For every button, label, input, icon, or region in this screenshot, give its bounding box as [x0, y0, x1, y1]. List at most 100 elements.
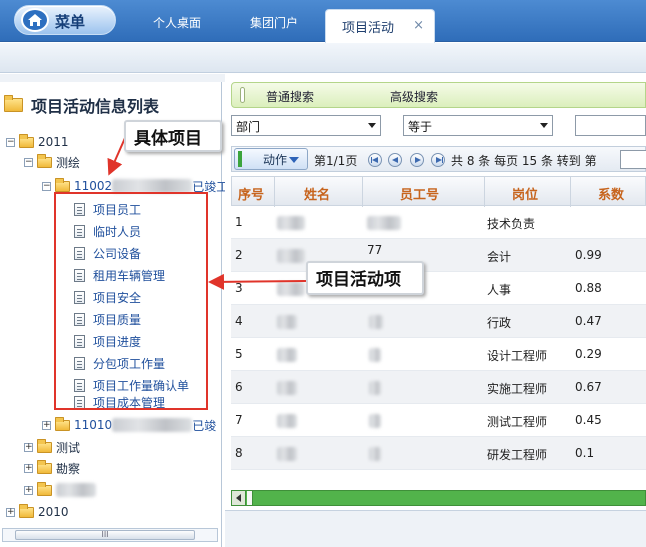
cell-coefficient: 0.29 [575, 347, 602, 361]
prev-page-icon[interactable] [388, 153, 402, 167]
table-row[interactable]: 2 77 会计 0.99 [231, 239, 646, 272]
cell-coefficient: 0.99 [575, 248, 602, 262]
cell-coefficient: 0.47 [575, 314, 602, 328]
collapse-icon[interactable]: − [42, 181, 51, 191]
expand-icon[interactable]: + [42, 420, 51, 430]
folder-icon [37, 438, 52, 453]
tree-node-label: 2011 [38, 135, 69, 149]
total-info: 共 8 条 每页 15 条 转到 第 [451, 154, 597, 168]
horizontal-scrollbar[interactable] [231, 490, 646, 506]
annotation-specific-project: 具体项目 [124, 120, 222, 152]
header-employee-no[interactable]: 员工号 [400, 184, 439, 203]
cell-post: 研发工程师 [487, 448, 548, 462]
tree-node-suffix: 已竣 [192, 418, 217, 433]
value-input[interactable] [575, 115, 646, 136]
cell-no: 6 [235, 380, 243, 394]
top-navigation-bar: 菜单 个人桌面 集团门户 项目活动 × [0, 0, 646, 43]
tree-node-cehui[interactable]: − 测绘 [24, 152, 80, 172]
cell-post: 会计 [487, 250, 512, 264]
header-coefficient[interactable]: 系数 [598, 184, 624, 203]
folder-icon [37, 481, 52, 496]
tree-node-label: 勘察 [56, 461, 81, 476]
next-page-icon[interactable] [410, 153, 424, 167]
horizontal-scrollbar[interactable]: III [2, 528, 218, 542]
collapse-icon[interactable]: − [6, 137, 15, 147]
field-select[interactable]: 部门 [231, 115, 381, 136]
accent-bar [238, 151, 242, 167]
tab-normal-search[interactable]: 普通搜索 [266, 88, 314, 105]
tree-node-2010[interactable]: + 2010 [6, 502, 69, 522]
collapse-icon[interactable]: − [24, 157, 33, 167]
last-page-icon[interactable] [431, 153, 445, 167]
content-panel: 普通搜索 高级搜索 部门 等于 动作 第1/1页 共 8 条 每页 15 条 转… [225, 74, 646, 547]
scrollbar-thumb[interactable] [247, 491, 253, 505]
redacted-text [277, 282, 305, 296]
expand-icon[interactable]: + [24, 442, 33, 452]
redacted-text [369, 414, 381, 428]
tree-node-2011[interactable]: − 2011 [6, 132, 69, 152]
expand-icon[interactable]: + [24, 463, 33, 473]
cell-post: 人事 [487, 283, 512, 297]
header-no[interactable]: 序号 [238, 184, 264, 203]
cell-post: 行政 [487, 316, 512, 330]
tab-project-activity-label: 项目活动 [342, 21, 395, 36]
table-row[interactable]: 1 技术负责 [231, 206, 646, 239]
redacted-text [112, 418, 193, 432]
redacted-text [369, 447, 381, 461]
redacted-text [367, 216, 401, 230]
page-number-input[interactable] [620, 150, 646, 169]
redacted-text [277, 348, 297, 362]
header-name[interactable]: 姓名 [304, 184, 330, 203]
tree-node-label: 测试 [56, 440, 81, 455]
table-row[interactable]: 5 设计工程师 0.29 [231, 338, 646, 371]
cell-coefficient: 0.45 [575, 413, 602, 427]
action-button[interactable]: 动作 [234, 148, 308, 170]
cell-coefficient: 0.67 [575, 380, 602, 394]
cell-post: 技术负责 [487, 217, 536, 231]
divider [570, 177, 571, 207]
annotation-activity-items: 项目活动项 [306, 261, 424, 295]
cell-employee-no: 77 [367, 243, 383, 257]
tree-node-ceshi[interactable]: + 测试 [24, 437, 80, 457]
tab-advanced-search[interactable]: 高级搜索 [390, 88, 438, 105]
menu-button[interactable]: 菜单 [14, 5, 116, 35]
close-icon[interactable]: × [413, 18, 424, 33]
header-post[interactable]: 岗位 [512, 184, 538, 203]
cell-post: 测试工程师 [487, 415, 548, 429]
expand-icon[interactable]: + [24, 485, 33, 495]
tab-group-portal[interactable]: 集团门户 [250, 14, 298, 31]
tree-node-project-11010[interactable]: + 11010 已竣 [42, 415, 216, 435]
tree-node-label: 11002 [74, 179, 113, 193]
table-row[interactable]: 6 实施工程师 0.67 [231, 371, 646, 404]
scroll-left-icon[interactable] [232, 491, 246, 505]
folder-icon [55, 416, 70, 431]
app-window: 菜单 个人桌面 集团门户 项目活动 × 项目活动信息列表 − 2011 − 测绘… [0, 0, 646, 547]
table-row[interactable]: 3 人事 0.88 [231, 272, 646, 305]
tree-node-label: 11010 [74, 418, 113, 432]
tab-project-activity[interactable]: 项目活动 × [325, 9, 435, 43]
cell-post: 实施工程师 [487, 382, 548, 396]
table-row[interactable]: 4 行政 0.47 [231, 305, 646, 338]
divider [362, 177, 363, 207]
first-page-icon[interactable] [368, 153, 382, 167]
divider [274, 177, 275, 207]
operator-select[interactable]: 等于 [403, 115, 553, 136]
cell-no: 4 [235, 314, 243, 328]
sub-toolbar [0, 43, 646, 73]
tab-personal-desktop[interactable]: 个人桌面 [153, 14, 201, 31]
tree-node-redacted[interactable]: + [24, 480, 96, 500]
expand-icon[interactable]: + [6, 507, 15, 517]
panel-title: 项目活动信息列表 [4, 94, 159, 116]
chevron-down-icon [289, 157, 299, 163]
folder-icon [19, 133, 34, 148]
tree-node-kancha[interactable]: + 勘察 [24, 458, 80, 478]
folder-icon [55, 177, 70, 192]
redacted-text [112, 179, 193, 193]
table-row[interactable]: 8 研发工程师 0.1 [231, 437, 646, 470]
folder-icon [37, 459, 52, 474]
data-grid: 序号 姓名 员工号 岗位 系数 1 技术负责 2 77 会计 0.99 3 人事… [231, 176, 646, 488]
menu-label: 菜单 [55, 13, 86, 31]
redacted-text [277, 414, 297, 428]
scrollbar-thumb[interactable]: III [15, 530, 195, 540]
table-row[interactable]: 7 测试工程师 0.45 [231, 404, 646, 437]
